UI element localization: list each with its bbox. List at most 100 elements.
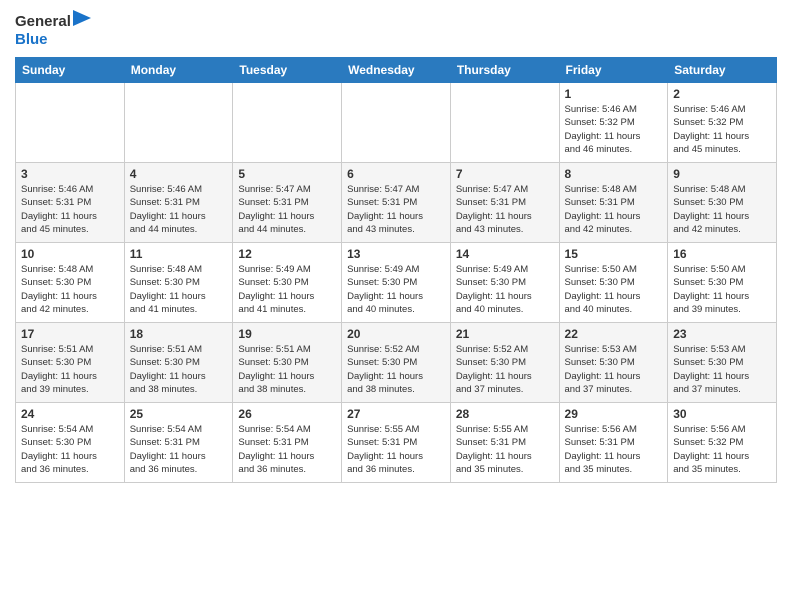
- calendar-cell: 10 Sunrise: 5:48 AMSunset: 5:30 PMDayligh…: [16, 243, 125, 323]
- day-number: 7: [456, 167, 554, 181]
- calendar-cell: 1 Sunrise: 5:46 AMSunset: 5:32 PMDaylight…: [559, 83, 668, 163]
- day-number: 1: [565, 87, 663, 101]
- day-number: 9: [673, 167, 771, 181]
- day-number: 27: [347, 407, 445, 421]
- day-info: Sunrise: 5:46 AMSunset: 5:32 PMDaylight:…: [673, 103, 771, 156]
- calendar-cell: 4 Sunrise: 5:46 AMSunset: 5:31 PMDaylight…: [124, 163, 233, 243]
- day-info: Sunrise: 5:46 AMSunset: 5:32 PMDaylight:…: [565, 103, 663, 156]
- day-number: 10: [21, 247, 119, 261]
- calendar-header-row: SundayMondayTuesdayWednesdayThursdayFrid…: [16, 58, 777, 83]
- logo: General Blue: [15, 10, 91, 49]
- day-number: 30: [673, 407, 771, 421]
- calendar-cell: 19 Sunrise: 5:51 AMSunset: 5:30 PMDayligh…: [233, 323, 342, 403]
- day-number: 18: [130, 327, 228, 341]
- day-number: 11: [130, 247, 228, 261]
- day-info: Sunrise: 5:53 AMSunset: 5:30 PMDaylight:…: [673, 343, 771, 396]
- calendar-cell: 2 Sunrise: 5:46 AMSunset: 5:32 PMDaylight…: [668, 83, 777, 163]
- day-number: 8: [565, 167, 663, 181]
- day-number: 3: [21, 167, 119, 181]
- day-info: Sunrise: 5:55 AMSunset: 5:31 PMDaylight:…: [456, 423, 554, 476]
- calendar-cell: 24Sunrise: 5:54 AMSunset: 5:30 PMDayligh…: [16, 403, 125, 483]
- calendar-cell: 26 Sunrise: 5:54 AMSunset: 5:31 PMDayligh…: [233, 403, 342, 483]
- weekday-header-saturday: Saturday: [668, 58, 777, 83]
- calendar-cell: 23 Sunrise: 5:53 AMSunset: 5:30 PMDayligh…: [668, 323, 777, 403]
- weekday-header-wednesday: Wednesday: [342, 58, 451, 83]
- calendar-cell: 6 Sunrise: 5:47 AMSunset: 5:31 PMDaylight…: [342, 163, 451, 243]
- header: General Blue: [15, 10, 777, 49]
- logo-text: General Blue: [15, 10, 91, 49]
- day-info: Sunrise: 5:49 AMSunset: 5:30 PMDaylight:…: [347, 263, 445, 316]
- calendar-cell: 15Sunrise: 5:50 AMSunset: 5:30 PMDayligh…: [559, 243, 668, 323]
- calendar-cell: 20 Sunrise: 5:52 AMSunset: 5:30 PMDayligh…: [342, 323, 451, 403]
- day-info: Sunrise: 5:56 AMSunset: 5:32 PMDaylight:…: [673, 423, 771, 476]
- day-number: 29: [565, 407, 663, 421]
- weekday-header-sunday: Sunday: [16, 58, 125, 83]
- day-info: Sunrise: 5:56 AMSunset: 5:31 PMDaylight:…: [565, 423, 663, 476]
- week-row-4: 17 Sunrise: 5:51 AMSunset: 5:30 PMDayligh…: [16, 323, 777, 403]
- calendar-cell: 25Sunrise: 5:54 AMSunset: 5:31 PMDayligh…: [124, 403, 233, 483]
- day-number: 17: [21, 327, 119, 341]
- day-info: Sunrise: 5:51 AMSunset: 5:30 PMDaylight:…: [21, 343, 119, 396]
- calendar-cell: 3 Sunrise: 5:46 AMSunset: 5:31 PMDaylight…: [16, 163, 125, 243]
- day-number: 6: [347, 167, 445, 181]
- calendar-cell: 30 Sunrise: 5:56 AMSunset: 5:32 PMDayligh…: [668, 403, 777, 483]
- calendar-cell: 16 Sunrise: 5:50 AMSunset: 5:30 PMDayligh…: [668, 243, 777, 323]
- page: General Blue SundayMondayTuesdayWednesda…: [0, 0, 792, 493]
- day-info: Sunrise: 5:47 AMSunset: 5:31 PMDaylight:…: [238, 183, 336, 236]
- day-info: Sunrise: 5:48 AMSunset: 5:30 PMDaylight:…: [21, 263, 119, 316]
- day-number: 19: [238, 327, 336, 341]
- day-number: 26: [238, 407, 336, 421]
- day-number: 21: [456, 327, 554, 341]
- calendar-cell: 21 Sunrise: 5:52 AMSunset: 5:30 PMDayligh…: [450, 323, 559, 403]
- day-number: 4: [130, 167, 228, 181]
- calendar-cell: [233, 83, 342, 163]
- day-number: 5: [238, 167, 336, 181]
- week-row-2: 3 Sunrise: 5:46 AMSunset: 5:31 PMDaylight…: [16, 163, 777, 243]
- day-info: Sunrise: 5:53 AMSunset: 5:30 PMDaylight:…: [565, 343, 663, 396]
- weekday-header-thursday: Thursday: [450, 58, 559, 83]
- day-number: 13: [347, 247, 445, 261]
- day-info: Sunrise: 5:51 AMSunset: 5:30 PMDaylight:…: [130, 343, 228, 396]
- calendar-cell: [450, 83, 559, 163]
- week-row-3: 10 Sunrise: 5:48 AMSunset: 5:30 PMDayligh…: [16, 243, 777, 323]
- weekday-header-monday: Monday: [124, 58, 233, 83]
- calendar-cell: 22 Sunrise: 5:53 AMSunset: 5:30 PMDayligh…: [559, 323, 668, 403]
- day-info: Sunrise: 5:47 AMSunset: 5:31 PMDaylight:…: [456, 183, 554, 236]
- day-number: 15: [565, 247, 663, 261]
- calendar-cell: 7 Sunrise: 5:47 AMSunset: 5:31 PMDaylight…: [450, 163, 559, 243]
- week-row-5: 24Sunrise: 5:54 AMSunset: 5:30 PMDayligh…: [16, 403, 777, 483]
- day-info: Sunrise: 5:46 AMSunset: 5:31 PMDaylight:…: [130, 183, 228, 236]
- day-number: 16: [673, 247, 771, 261]
- day-number: 12: [238, 247, 336, 261]
- day-number: 23: [673, 327, 771, 341]
- day-number: 20: [347, 327, 445, 341]
- day-info: Sunrise: 5:54 AMSunset: 5:31 PMDaylight:…: [238, 423, 336, 476]
- day-info: Sunrise: 5:55 AMSunset: 5:31 PMDaylight:…: [347, 423, 445, 476]
- day-info: Sunrise: 5:50 AMSunset: 5:30 PMDaylight:…: [673, 263, 771, 316]
- day-info: Sunrise: 5:47 AMSunset: 5:31 PMDaylight:…: [347, 183, 445, 236]
- day-info: Sunrise: 5:46 AMSunset: 5:31 PMDaylight:…: [21, 183, 119, 236]
- day-number: 22: [565, 327, 663, 341]
- calendar-cell: [342, 83, 451, 163]
- calendar-cell: 18 Sunrise: 5:51 AMSunset: 5:30 PMDayligh…: [124, 323, 233, 403]
- day-number: 14: [456, 247, 554, 261]
- calendar-cell: 5 Sunrise: 5:47 AMSunset: 5:31 PMDaylight…: [233, 163, 342, 243]
- day-info: Sunrise: 5:51 AMSunset: 5:30 PMDaylight:…: [238, 343, 336, 396]
- calendar-cell: [16, 83, 125, 163]
- day-info: Sunrise: 5:52 AMSunset: 5:30 PMDaylight:…: [456, 343, 554, 396]
- day-info: Sunrise: 5:54 AMSunset: 5:31 PMDaylight:…: [130, 423, 228, 476]
- day-info: Sunrise: 5:52 AMSunset: 5:30 PMDaylight:…: [347, 343, 445, 396]
- day-info: Sunrise: 5:49 AMSunset: 5:30 PMDaylight:…: [456, 263, 554, 316]
- calendar-cell: 12Sunrise: 5:49 AMSunset: 5:30 PMDayligh…: [233, 243, 342, 323]
- day-number: 2: [673, 87, 771, 101]
- week-row-1: 1 Sunrise: 5:46 AMSunset: 5:32 PMDaylight…: [16, 83, 777, 163]
- calendar-cell: 27 Sunrise: 5:55 AMSunset: 5:31 PMDayligh…: [342, 403, 451, 483]
- day-info: Sunrise: 5:48 AMSunset: 5:30 PMDaylight:…: [130, 263, 228, 316]
- day-number: 28: [456, 407, 554, 421]
- calendar-cell: [124, 83, 233, 163]
- calendar-table: SundayMondayTuesdayWednesdayThursdayFrid…: [15, 57, 777, 483]
- weekday-header-tuesday: Tuesday: [233, 58, 342, 83]
- calendar-cell: 9Sunrise: 5:48 AMSunset: 5:30 PMDaylight…: [668, 163, 777, 243]
- day-info: Sunrise: 5:48 AMSunset: 5:31 PMDaylight:…: [565, 183, 663, 236]
- calendar-cell: 14 Sunrise: 5:49 AMSunset: 5:30 PMDayligh…: [450, 243, 559, 323]
